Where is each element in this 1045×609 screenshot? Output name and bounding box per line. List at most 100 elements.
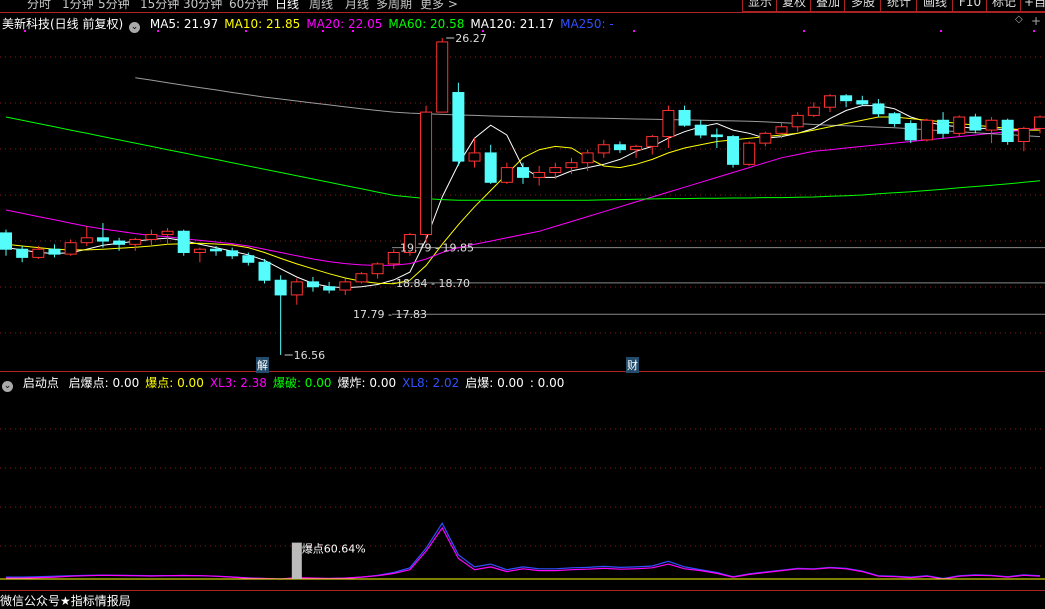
candle-body [743,142,756,165]
candle-body [500,167,513,183]
blast-bar-label: 爆点60.64% [302,542,366,556]
high-price-label: 26.27 [455,32,487,45]
event-dot [803,30,805,32]
period-tab[interactable]: 多周期 [376,0,412,12]
stock-title[interactable]: 美新科技(日线 前复权) [2,17,123,31]
candle-body [129,238,142,245]
toolbar-tab[interactable]: 画线 [916,0,954,12]
indicator-name: 启动点 [22,376,59,390]
marker-finance[interactable]: 财 [626,357,639,373]
candle-body [549,167,562,174]
period-tab[interactable]: 日线 [275,0,299,12]
toolbar-tab[interactable]: 统计 [880,0,918,12]
candle-body [468,152,481,162]
candle-body [452,92,465,162]
toolbar-tab[interactable]: F10 [952,0,988,12]
candle-body [823,95,836,108]
candle-body [872,103,885,115]
candle-body [597,144,610,154]
candle-body [646,136,659,147]
candle-body [613,144,626,151]
toolbar-tab[interactable]: +自 [1020,0,1045,12]
candle-body [16,248,29,258]
candle-body [710,134,723,138]
period-toolbar: 分时 1分钟 5分钟 15分钟 30分钟 60分钟 日线 周线 月线 多周期 更多 > 显示 复权 叠加… [0,0,1045,12]
candle-body [727,136,740,165]
ma-legend: 美新科技(日线 前复权) ⌄ MA5: 21.97 MA10: 21.85 MA20… [2,15,626,33]
indicator-line-xl8 [6,521,1041,580]
candle-body [856,100,869,105]
candle-body [226,250,239,257]
candle-body [242,255,255,263]
candle-body [484,152,497,183]
level-label: 18.84 - 18.70 [396,277,470,290]
toolbar-tab[interactable]: 多股 [844,0,882,12]
candle-body [791,114,804,128]
period-tab[interactable]: 5分钟 [98,0,130,12]
candle-body [32,248,45,258]
candle-body [420,111,433,236]
candle-body [888,113,901,125]
period-tab[interactable]: 1分钟 [62,0,94,12]
candle-body [840,95,853,102]
candle-body [775,126,788,134]
footer-watermark: 微信公众号★指标情报局 [0,594,131,608]
candle-body [80,237,93,244]
toolbar-tab[interactable]: 标记 [986,0,1022,12]
candle-body [306,281,319,288]
candle-body [630,145,643,151]
settings-circle-icon[interactable]: ⌄ [129,22,141,33]
candle-body [985,119,998,131]
toolbar-tab[interactable]: 叠加 [810,0,846,12]
candle-body [565,162,578,169]
toolbar-tab[interactable]: 复权 [776,0,812,12]
candle-body [161,230,174,236]
candle-body [807,106,820,116]
ma-line-ma120 [135,77,1041,138]
event-dot [1033,30,1035,32]
period-tab[interactable]: 周线 [309,0,333,12]
indicator-settings-icon[interactable]: ⌄ [2,381,13,392]
candle-body [96,237,109,242]
candle-body [436,41,449,113]
blast-bar [291,542,302,579]
candle-body [581,152,594,164]
candle-body [1001,119,1014,142]
candle-body [193,248,206,253]
period-tab[interactable]: 分时 [27,0,51,12]
indicator-value: 爆炸: 0.00 [337,376,397,390]
candle-body [1017,127,1030,142]
indicator-value: 启爆: 0.00 [465,376,524,390]
period-tab[interactable]: 30分钟 [183,0,222,12]
period-tab[interactable]: 15分钟 [140,0,179,12]
indicator-line-xl3 [6,526,1041,580]
ma-value: MA60: 20.58 [388,17,465,31]
ma-value: MA250: - [560,17,614,31]
indicator-value: : 0.00 [529,376,565,390]
ma-value: MA5: 21.97 [149,17,219,31]
indicator-value: XL3: 2.38 [209,376,267,390]
candle-body [1034,116,1045,129]
kline-chart[interactable]: 26.27 16.56 19.79 - 19.85 18.84 - 18.70 17.7… [0,0,1045,609]
candle-body [662,109,675,138]
ma-value: MA10: 21.85 [224,17,301,31]
indicator-value: XL8: 2.02 [402,376,460,390]
period-tab[interactable]: 60分钟 [229,0,268,12]
marker-unlock[interactable]: 解 [256,357,269,373]
candle-body [323,286,336,291]
diamond-icon[interactable]: ◇ [1015,14,1023,25]
level-label: 19.79 - 19.85 [400,242,474,255]
candle-body [210,248,223,252]
candle-body [533,172,546,178]
candle-body [678,109,691,126]
candle-body [48,248,61,255]
candle-body [145,234,158,240]
candle-body [904,123,917,141]
plus-icon[interactable]: + [1031,14,1041,28]
candle-body [937,119,950,134]
period-tab[interactable]: 更多 > [420,0,458,12]
toolbar-tab[interactable]: 显示 [742,0,778,12]
candle-body [371,263,384,275]
period-tab[interactable]: 月线 [345,0,369,12]
level-label: 17.79 - 17.83 [353,308,427,321]
